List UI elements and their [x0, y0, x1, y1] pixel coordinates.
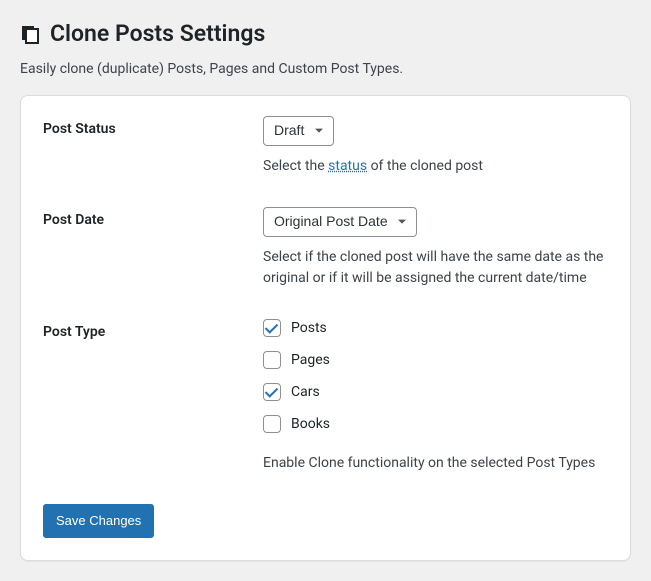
select-post-date[interactable]: Original Post Date	[263, 207, 417, 237]
page-title: Clone Posts Settings	[20, 10, 631, 53]
settings-panel: Post Status Draft Select the status of t…	[20, 95, 631, 561]
label-post-date: Post Date	[43, 207, 263, 228]
checkbox-item-posts[interactable]: Posts	[263, 319, 608, 337]
row-post-type: Post Type Posts Pages Cars Books Enable Clo…	[43, 319, 608, 474]
clone-icon	[20, 24, 40, 44]
checkbox-label: Cars	[291, 384, 320, 400]
checkbox-posts[interactable]	[263, 319, 281, 337]
page-title-text: Clone Posts Settings	[50, 19, 265, 49]
checkbox-list-post-type: Posts Pages Cars Books	[263, 319, 608, 433]
checkbox-item-books[interactable]: Books	[263, 415, 608, 433]
select-post-status[interactable]: Draft	[263, 116, 334, 146]
label-post-type: Post Type	[43, 319, 263, 340]
link-status-docs[interactable]: status	[328, 158, 367, 174]
row-post-status: Post Status Draft Select the status of t…	[43, 116, 608, 177]
checkbox-cars[interactable]	[263, 383, 281, 401]
checkbox-books[interactable]	[263, 415, 281, 433]
checkbox-label: Posts	[291, 320, 327, 336]
checkbox-label: Books	[291, 416, 330, 432]
label-post-status: Post Status	[43, 116, 263, 137]
save-button[interactable]: Save Changes	[43, 504, 154, 538]
page-subtitle: Easily clone (duplicate) Posts, Pages an…	[20, 61, 631, 77]
checkbox-label: Pages	[291, 352, 330, 368]
desc-post-status: Select the status of the cloned post	[263, 156, 608, 177]
row-post-date: Post Date Original Post Date Select if t…	[43, 207, 608, 289]
checkbox-pages[interactable]	[263, 351, 281, 369]
checkbox-item-cars[interactable]: Cars	[263, 383, 608, 401]
desc-post-type: Enable Clone functionality on the select…	[263, 453, 608, 474]
desc-post-date: Select if the cloned post will have the …	[263, 247, 608, 289]
checkbox-item-pages[interactable]: Pages	[263, 351, 608, 369]
